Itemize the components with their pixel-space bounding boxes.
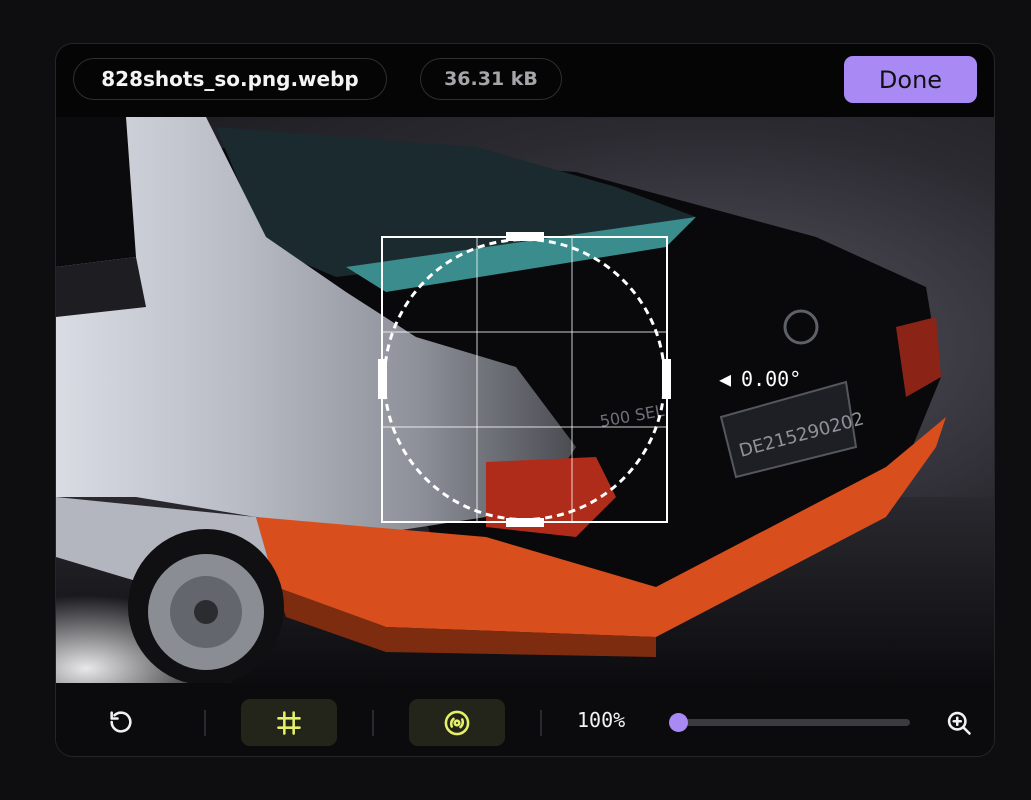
zoom-slider[interactable] [669,713,910,732]
zoom-level: 100% [577,708,626,732]
crop-circle-mask [383,238,666,521]
crop-handle-bottom [506,518,544,527]
toolbar-divider [372,710,374,736]
circle-mask-icon [444,710,470,735]
toolbar-divider [204,710,206,736]
zoom-slider-thumb[interactable] [669,713,688,732]
rotate-left-icon[interactable]: ◀ [719,367,731,391]
crop-handle-right [662,359,671,399]
editor-toolbar: 100% [56,683,994,756]
crop-handle-left [378,359,387,399]
rotate-ccw-icon [110,711,132,733]
rotation-value: 0.00° [741,367,802,391]
image-editor-dialog: 828shots_so.png.webp 36.31 kB Done DE215… [55,43,995,757]
zoom-in-icon [947,711,971,735]
crop-overlay[interactable] [56,117,994,683]
image-canvas[interactable]: DE215290202 500 SEL ◀ 0.00° [56,117,994,683]
editor-header: 828shots_so.png.webp 36.31 kB Done [56,44,994,116]
file-size: 36.31 kB [420,58,562,100]
done-button[interactable]: Done [844,56,977,103]
rotation-readout[interactable]: ◀ 0.00° [719,367,801,391]
zoom-in-button[interactable] [941,705,977,741]
toolbar-divider [540,710,542,736]
circle-mask-button[interactable] [409,699,505,746]
crop-grid-icon [277,710,301,735]
crop-handle-top [506,232,544,241]
file-name: 828shots_so.png.webp [73,58,387,100]
reset-rotation-button[interactable] [101,703,141,741]
crop-tool-button[interactable] [241,699,337,746]
